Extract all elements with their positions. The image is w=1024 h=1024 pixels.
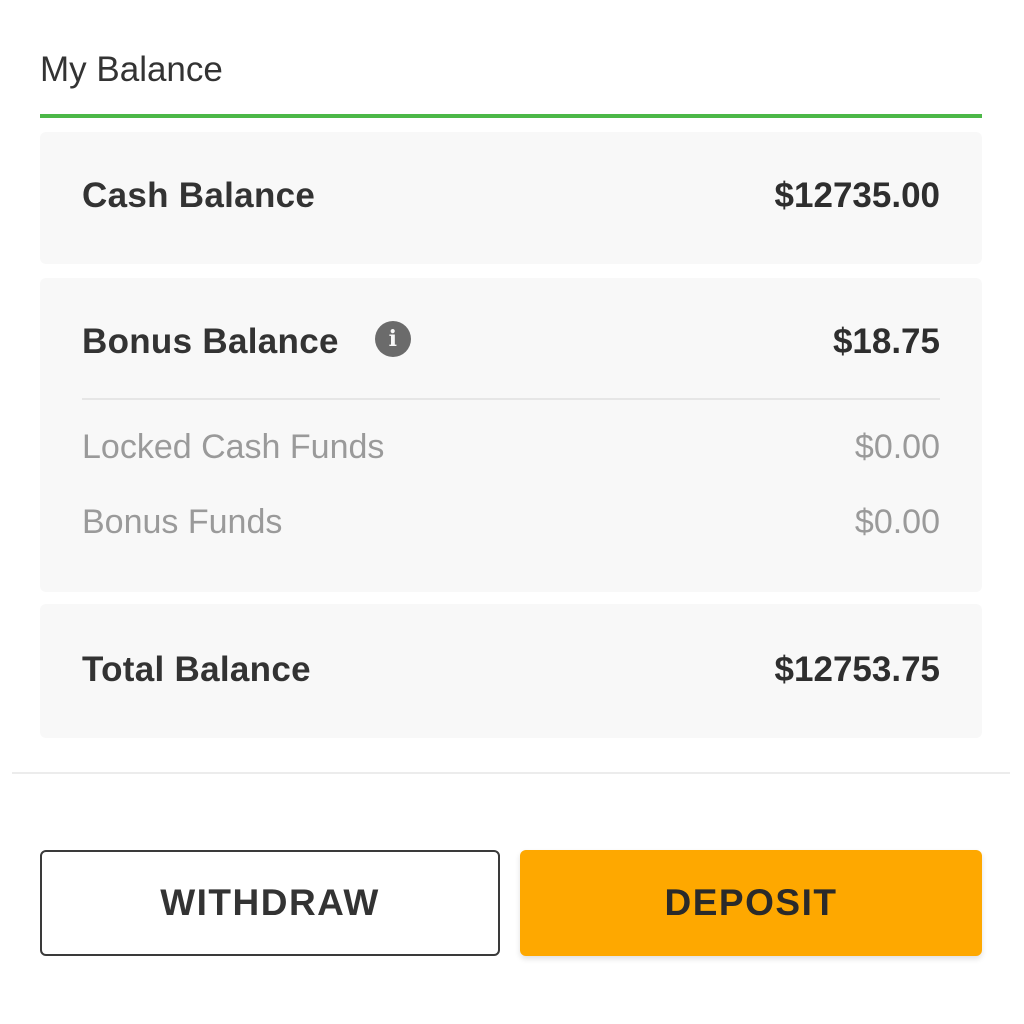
- bonus-balance-label: Bonus Balance: [82, 322, 339, 361]
- bonus-funds-row: Bonus Funds $0.00: [82, 503, 940, 542]
- balance-page: My Balance Cash Balance $12735.00 Bonus …: [0, 0, 1024, 1024]
- bonus-balance-card: Bonus Balance i $18.75 Locked Cash Funds…: [40, 278, 982, 592]
- locked-cash-funds-row: Locked Cash Funds $0.00: [82, 428, 940, 467]
- total-balance-value: $12753.75: [774, 650, 940, 689]
- cash-balance-label: Cash Balance: [82, 176, 316, 215]
- withdraw-button[interactable]: WITHDRAW: [40, 850, 500, 956]
- total-balance-row: Total Balance $12753.75: [82, 650, 940, 690]
- deposit-button[interactable]: DEPOSIT: [520, 850, 982, 956]
- locked-cash-funds-label: Locked Cash Funds: [82, 428, 385, 466]
- page-title: My Balance: [40, 50, 223, 89]
- info-icon[interactable]: i: [374, 321, 411, 357]
- balance-header: My Balance: [40, 40, 982, 118]
- locked-cash-funds-value: $0.00: [854, 428, 940, 466]
- cash-balance-card: Cash Balance $12735.00: [40, 132, 982, 264]
- bonus-balance-label-group: Bonus Balance i: [82, 321, 411, 362]
- total-balance-card: Total Balance $12753.75: [40, 604, 982, 738]
- cash-balance-value: $12735.00: [774, 176, 940, 215]
- section-divider: [12, 772, 1010, 774]
- bonus-balance-value: $18.75: [832, 322, 940, 361]
- bonus-funds-value: $0.00: [854, 503, 940, 541]
- bonus-divider: [82, 398, 940, 400]
- total-balance-label: Total Balance: [82, 650, 311, 689]
- bonus-funds-label: Bonus Funds: [82, 503, 283, 541]
- cash-balance-row: Cash Balance $12735.00: [82, 176, 940, 216]
- bonus-balance-row: Bonus Balance i $18.75: [82, 321, 940, 362]
